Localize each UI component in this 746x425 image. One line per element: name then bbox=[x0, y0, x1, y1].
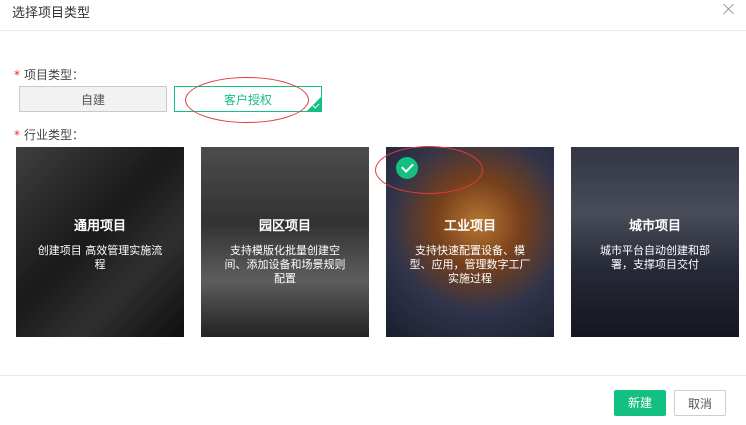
industry-card-park[interactable]: 园区项目 支持模版化批量创建空间、添加设备和场景规则配置 bbox=[201, 147, 369, 337]
card-title: 通用项目 bbox=[73, 219, 126, 234]
dialog-title: 选择项目类型 bbox=[12, 6, 91, 21]
card-description: 创建项目 高效管理实施流程 bbox=[37, 244, 163, 271]
footer-divider bbox=[0, 375, 746, 376]
card-title: 工业项目 bbox=[443, 219, 496, 234]
close-icon[interactable] bbox=[722, 2, 736, 16]
industry-type-label: * 行业类型： bbox=[14, 128, 85, 142]
card-description: 支持模版化批量创建空间、添加设备和场景规则配置 bbox=[224, 244, 346, 285]
project-type-option-self-built[interactable]: 自建 bbox=[19, 86, 167, 112]
card-title: 园区项目 bbox=[258, 219, 311, 234]
industry-card-general[interactable]: 通用项目 创建项目 高效管理实施流程 bbox=[16, 147, 184, 337]
card-description: 支持快速配置设备、模型、应用，管理数字工厂实施过程 bbox=[409, 244, 531, 285]
create-button[interactable]: 新建 bbox=[614, 390, 666, 416]
selected-check-icon bbox=[396, 157, 418, 179]
card-image bbox=[201, 147, 369, 337]
selected-corner-check-icon bbox=[307, 97, 321, 111]
industry-card-city[interactable]: 城市项目 城市平台自动创建和部署，支撑项目交付 bbox=[571, 147, 739, 337]
industry-card-industrial[interactable]: 工业项目 支持快速配置设备、模型、应用，管理数字工厂实施过程 bbox=[386, 147, 554, 337]
card-image bbox=[16, 147, 184, 337]
project-type-label: * 项目类型： bbox=[14, 68, 85, 82]
dialog-header: 选择项目类型 bbox=[0, 0, 746, 31]
cancel-button[interactable]: 取消 bbox=[674, 390, 726, 416]
option-label: 自建 bbox=[80, 93, 105, 107]
project-type-option-customer-auth[interactable]: 客户授权 bbox=[174, 86, 322, 112]
option-label: 客户授权 bbox=[223, 93, 272, 107]
card-image bbox=[571, 147, 739, 337]
card-title: 城市项目 bbox=[628, 219, 681, 234]
required-asterisk: * bbox=[14, 68, 20, 82]
card-description: 城市平台自动创建和部署，支撑项目交付 bbox=[600, 244, 710, 271]
required-asterisk: * bbox=[14, 128, 20, 142]
